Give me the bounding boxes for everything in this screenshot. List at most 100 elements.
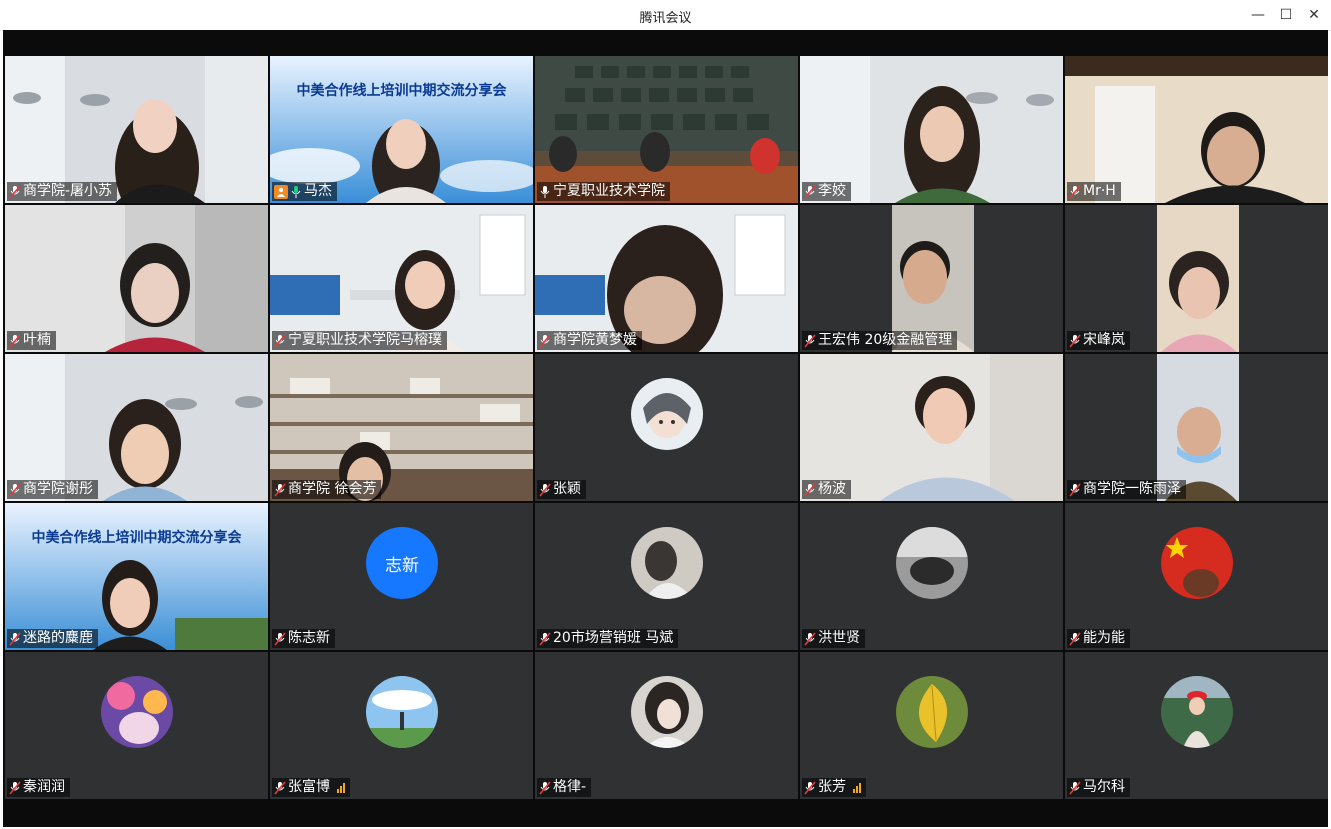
mic-muted-icon (274, 780, 286, 795)
participant-tile[interactable]: 张富博 (270, 652, 533, 799)
participant-label: 商学院-屠小苏 (7, 182, 118, 201)
participant-label: 商学院黄梦媛 (537, 331, 642, 350)
title-bar: 腾讯会议 — ☐ ✕ (0, 0, 1331, 31)
participant-tile[interactable]: 商学院黄梦媛 (535, 205, 798, 352)
mic-icon (540, 185, 550, 198)
mic-speaking-icon (291, 185, 301, 198)
participant-label: Mr·H (1067, 182, 1121, 201)
minimize-button[interactable]: — (1245, 3, 1271, 27)
video-feed (270, 56, 533, 203)
participant-tile[interactable]: Mr·H (1065, 56, 1328, 203)
participant-name: 宁夏职业技术学院马榕璞 (288, 332, 442, 348)
participant-label: 格律- (537, 778, 592, 797)
mic-muted-icon (274, 333, 286, 348)
avatar (631, 676, 703, 748)
window-title: 腾讯会议 (639, 11, 692, 26)
close-button[interactable]: ✕ (1301, 3, 1327, 27)
participant-name: 马杰 (304, 183, 332, 199)
participant-tile[interactable]: 宋峰岚 (1065, 205, 1328, 352)
participant-label: 商学院 徐会芳 (272, 480, 382, 499)
participant-tile[interactable]: 马尔科 (1065, 652, 1328, 799)
participant-tile[interactable]: 格律- (535, 652, 798, 799)
mic-muted-icon (9, 780, 21, 795)
video-feed (800, 56, 1063, 203)
participant-name: 商学院谢彤 (23, 481, 93, 497)
mic-muted-icon (1069, 482, 1081, 497)
participant-name: 张芳 (818, 779, 846, 795)
participant-label: 陈志新 (272, 629, 335, 648)
mic-muted-icon (539, 780, 551, 795)
banner-title: 中美合作线上培训中期交流分享会 (296, 83, 507, 99)
participant-tile[interactable]: 商学院-屠小苏 (5, 56, 268, 203)
participant-tile[interactable]: 王宏伟 20级金融管理 (800, 205, 1063, 352)
mic-muted-icon (539, 333, 551, 348)
avatar (101, 676, 173, 748)
participant-label: 张芳 (802, 778, 866, 797)
participant-tile[interactable]: 商学院一陈雨泽 (1065, 354, 1328, 501)
participant-label: 宁夏职业技术学院 (537, 182, 670, 201)
participant-name: 迷路的麋鹿 (23, 630, 93, 646)
avatar: 志新 (366, 527, 438, 599)
participant-tile[interactable]: 志新 陈志新 (270, 503, 533, 650)
participant-label: 马杰 (272, 182, 337, 201)
video-feed (5, 56, 268, 203)
participant-tile[interactable]: 李姣 (800, 56, 1063, 203)
video-feed (5, 205, 268, 352)
video-feed (1065, 354, 1328, 501)
avatar (1161, 527, 1233, 599)
video-feed (535, 56, 798, 203)
participant-tile[interactable]: 秦润润 (5, 652, 268, 799)
participant-name: 张富博 (288, 779, 330, 795)
participant-tile[interactable]: 中美合作线上培训中期交流分享会 迷路的麋鹿 (5, 503, 268, 650)
participant-label: 杨波 (802, 480, 851, 499)
participant-label: 商学院谢彤 (7, 480, 98, 499)
participant-name: 商学院 徐会芳 (288, 481, 377, 497)
participant-name: 马尔科 (1083, 779, 1125, 795)
mic-muted-icon (804, 333, 816, 348)
avatar (366, 676, 438, 748)
video-feed (800, 205, 1063, 352)
participant-name: 叶楠 (23, 332, 51, 348)
video-feed (5, 354, 268, 501)
participant-tile[interactable]: 商学院谢彤 (5, 354, 268, 501)
participant-tile[interactable]: 叶楠 (5, 205, 268, 352)
host-icon (274, 184, 288, 199)
participant-tile[interactable]: 杨波 (800, 354, 1063, 501)
participant-name: 商学院一陈雨泽 (1083, 481, 1181, 497)
avatar (631, 527, 703, 599)
participant-label: 宁夏职业技术学院马榕璞 (272, 331, 447, 350)
mic-muted-icon (9, 482, 21, 497)
participant-tile[interactable]: 能为能 (1065, 503, 1328, 650)
avatar (631, 378, 703, 450)
participant-tile[interactable]: 宁夏职业技术学院马榕璞 (270, 205, 533, 352)
participant-tile[interactable]: 20市场营销班 马斌 (535, 503, 798, 650)
participant-name: 能为能 (1083, 630, 1125, 646)
participant-tile[interactable]: 宁夏职业技术学院 (535, 56, 798, 203)
participant-name: 秦润润 (23, 779, 65, 795)
participant-tile[interactable]: 张芳 (800, 652, 1063, 799)
video-feed (270, 354, 533, 501)
participant-label: 王宏伟 20级金融管理 (802, 331, 958, 350)
video-gallery: 商学院-屠小苏 中美合作线上培训中期交流分享会 马杰 宁夏职业技术学院 李姣 M… (3, 30, 1328, 827)
avatar (896, 676, 968, 748)
participant-name: Mr·H (1083, 183, 1116, 199)
banner-title: 中美合作线上培训中期交流分享会 (31, 530, 242, 546)
participant-label: 秦润润 (7, 778, 70, 797)
participant-name: 格律- (553, 779, 587, 795)
mic-muted-icon (1069, 631, 1081, 646)
participant-label: 李姣 (802, 182, 851, 201)
video-feed (270, 205, 533, 352)
participant-tile[interactable]: 张颖 (535, 354, 798, 501)
participant-tile[interactable]: 中美合作线上培训中期交流分享会 马杰 (270, 56, 533, 203)
participant-name: 张颖 (553, 481, 581, 497)
signal-icon (337, 782, 345, 793)
participant-tile[interactable]: 洪世贤 (800, 503, 1063, 650)
participant-tile[interactable]: 商学院 徐会芳 (270, 354, 533, 501)
mic-muted-icon (539, 631, 551, 646)
participant-label: 商学院一陈雨泽 (1067, 480, 1186, 499)
participant-name: 李姣 (818, 183, 846, 199)
participant-name: 宋峰岚 (1083, 332, 1125, 348)
maximize-button[interactable]: ☐ (1273, 3, 1299, 27)
mic-muted-icon (804, 184, 816, 199)
mic-muted-icon (539, 482, 551, 497)
